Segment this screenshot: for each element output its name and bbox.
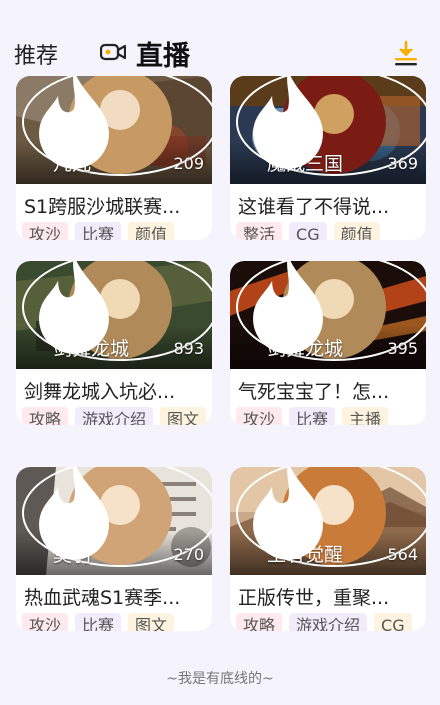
fire-icon	[253, 76, 323, 169]
stream-card[interactable]: 魔战三国 369 这谁看了不得说... 整活 CG 颜值	[230, 76, 426, 240]
viewer-count: 893	[173, 339, 204, 358]
fire-icon	[253, 467, 323, 560]
tag[interactable]: 颜值	[128, 222, 175, 240]
tag-list: 整活 CG 颜值	[236, 222, 380, 240]
stream-title: 热血武魂S1赛季...	[24, 587, 181, 609]
stream-thumbnail: 剑舞龙城 395	[230, 261, 426, 369]
stream-card[interactable]: 凡凡 209 S1跨服沙城联赛... 攻沙 比赛 颜值	[16, 76, 212, 240]
tag[interactable]: 攻沙	[22, 222, 69, 240]
viewer-count: 369	[387, 154, 418, 173]
tag[interactable]: 颜值	[333, 222, 380, 240]
tag-list: 攻略 游戏介绍 CG	[236, 613, 412, 631]
tag[interactable]: 游戏介绍	[75, 407, 154, 425]
stream-title: 气死宝宝了！怎...	[238, 381, 390, 403]
fire-icon	[253, 261, 323, 354]
tag[interactable]: 图文	[160, 407, 207, 425]
end-of-list-text: ~我是有底线的~	[166, 671, 274, 687]
tag[interactable]: 攻沙	[236, 407, 283, 425]
fire-icon	[39, 76, 109, 169]
stream-thumbnail: 凡凡 209	[16, 76, 212, 184]
tag[interactable]: 攻略	[22, 407, 69, 425]
stream-thumbnail: 王者觉醒 564	[230, 467, 426, 575]
tab-live[interactable]: 直播	[136, 34, 190, 73]
stream-title: 正版传世，重聚...	[238, 587, 390, 609]
fire-icon	[39, 467, 109, 560]
tag-list: 攻略 游戏介绍 图文	[22, 407, 207, 425]
viewer-count: 395	[387, 339, 418, 358]
top-header: 推荐 直播	[0, 0, 440, 76]
tag[interactable]: 攻略	[236, 613, 283, 631]
stream-title: S1跨服沙城联赛...	[24, 196, 181, 218]
tag-list: 攻沙 比赛 颜值	[22, 222, 175, 240]
tag[interactable]: 比赛	[75, 613, 122, 631]
tag-list: 攻沙 比赛 图文	[22, 613, 175, 631]
tab-recommend[interactable]: 推荐	[14, 38, 58, 70]
stream-thumbnail: 魔战三国 369	[230, 76, 426, 184]
tag[interactable]: CG	[289, 222, 327, 240]
tag[interactable]: 比赛	[289, 407, 336, 425]
viewer-count: 270	[173, 545, 204, 564]
fire-icon	[39, 261, 109, 354]
stream-title: 剑舞龙城入坑必...	[24, 381, 176, 403]
tag[interactable]: CG	[374, 613, 412, 631]
stream-card[interactable]: 剑舞龙城 893 剑舞龙城入坑必... 攻略 游戏介绍 图文	[16, 261, 212, 425]
stream-card[interactable]: 莫羽 270 热血武魂S1赛季... 攻沙 比赛 图文	[16, 467, 212, 631]
video-camera-icon	[100, 43, 126, 61]
download-icon[interactable]	[393, 40, 419, 66]
tag[interactable]: 游戏介绍	[289, 613, 368, 631]
tag[interactable]: 整活	[236, 222, 283, 240]
stream-thumbnail: 剑舞龙城 893	[16, 261, 212, 369]
stream-card[interactable]: 剑舞龙城 395 气死宝宝了！怎... 攻沙 比赛 主播	[230, 261, 426, 425]
tag[interactable]: 比赛	[75, 222, 122, 240]
stream-card[interactable]: 王者觉醒 564 正版传世，重聚... 攻略 游戏介绍 CG	[230, 467, 426, 631]
stream-title: 这谁看了不得说...	[238, 196, 390, 218]
viewer-count: 564	[387, 545, 418, 564]
stream-thumbnail: 莫羽 270	[16, 467, 212, 575]
tag[interactable]: 图文	[128, 613, 175, 631]
viewer-count: 209	[173, 154, 204, 173]
tag-list: 攻沙 比赛 主播	[236, 407, 389, 425]
tag[interactable]: 攻沙	[22, 613, 69, 631]
tag[interactable]: 主播	[342, 407, 389, 425]
